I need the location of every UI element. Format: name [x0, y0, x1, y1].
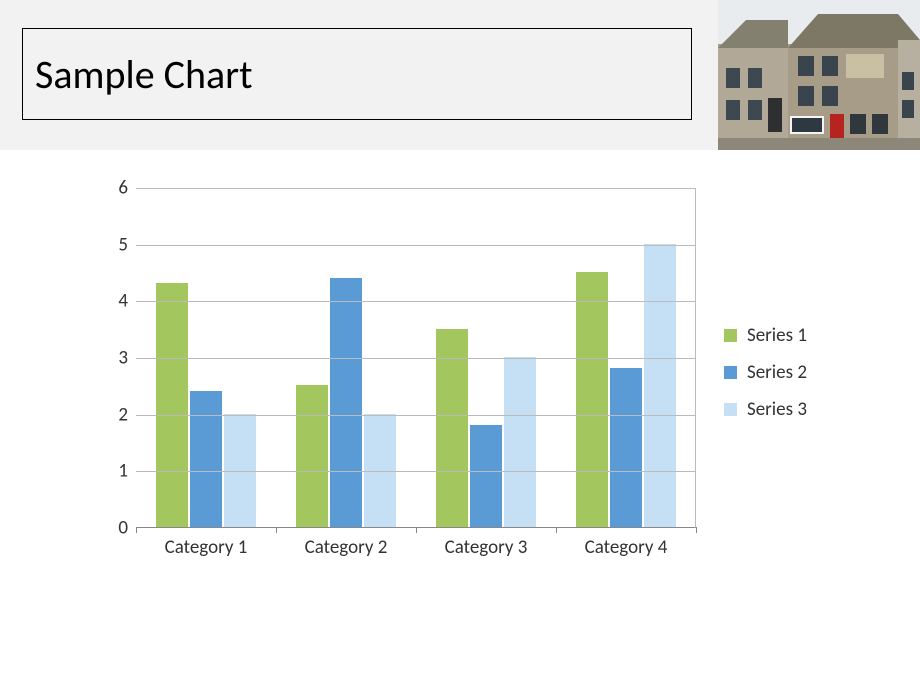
x-tick — [556, 527, 557, 533]
legend-swatch — [724, 329, 737, 342]
legend-label: Series 2 — [747, 361, 807, 384]
legend-swatch — [724, 403, 737, 416]
y-tick-label: 1 — [84, 460, 128, 483]
y-tick-label: 6 — [84, 177, 128, 200]
bar — [330, 278, 362, 527]
legend-swatch — [724, 366, 737, 379]
bar — [576, 272, 608, 527]
y-tick-label: 0 — [84, 517, 128, 540]
bar — [504, 357, 536, 527]
y-tick-label: 4 — [84, 290, 128, 313]
gridline — [136, 301, 695, 302]
legend-item: Series 3 — [724, 398, 854, 421]
legend-item: Series 1 — [724, 324, 854, 347]
gridline — [136, 358, 695, 359]
bar — [644, 244, 676, 527]
bar — [296, 385, 328, 527]
x-tick — [136, 527, 137, 533]
x-tick — [276, 527, 277, 533]
legend: Series 1 Series 2 Series 3 — [724, 324, 854, 435]
plot-area — [136, 188, 696, 528]
chart: 0 1 2 3 4 5 6 Category 1Category 2Category 3Ca… — [84, 178, 864, 598]
x-category-label: Category 1 — [136, 536, 276, 559]
legend-label: Series 3 — [747, 398, 807, 421]
legend-item: Series 2 — [724, 361, 854, 384]
x-category-label: Category 2 — [276, 536, 416, 559]
y-tick-label: 3 — [84, 347, 128, 370]
y-tick-label: 2 — [84, 403, 128, 426]
bar — [224, 414, 256, 527]
legend-label: Series 1 — [747, 324, 807, 347]
page-title: Sample Chart — [35, 50, 252, 99]
x-tick — [696, 527, 697, 533]
gridline — [136, 188, 695, 189]
title-box: Sample Chart — [22, 28, 692, 120]
x-category-label: Category 3 — [416, 536, 556, 559]
y-tick-label: 5 — [84, 233, 128, 256]
gridline — [136, 245, 695, 246]
x-category-label: Category 4 — [556, 536, 696, 559]
header-photo — [718, 0, 920, 150]
bar — [156, 283, 188, 527]
bar — [364, 414, 396, 527]
gridline — [136, 471, 695, 472]
bar — [610, 368, 642, 527]
bar — [470, 425, 502, 527]
bar — [190, 391, 222, 527]
gridline — [136, 415, 695, 416]
x-tick — [416, 527, 417, 533]
